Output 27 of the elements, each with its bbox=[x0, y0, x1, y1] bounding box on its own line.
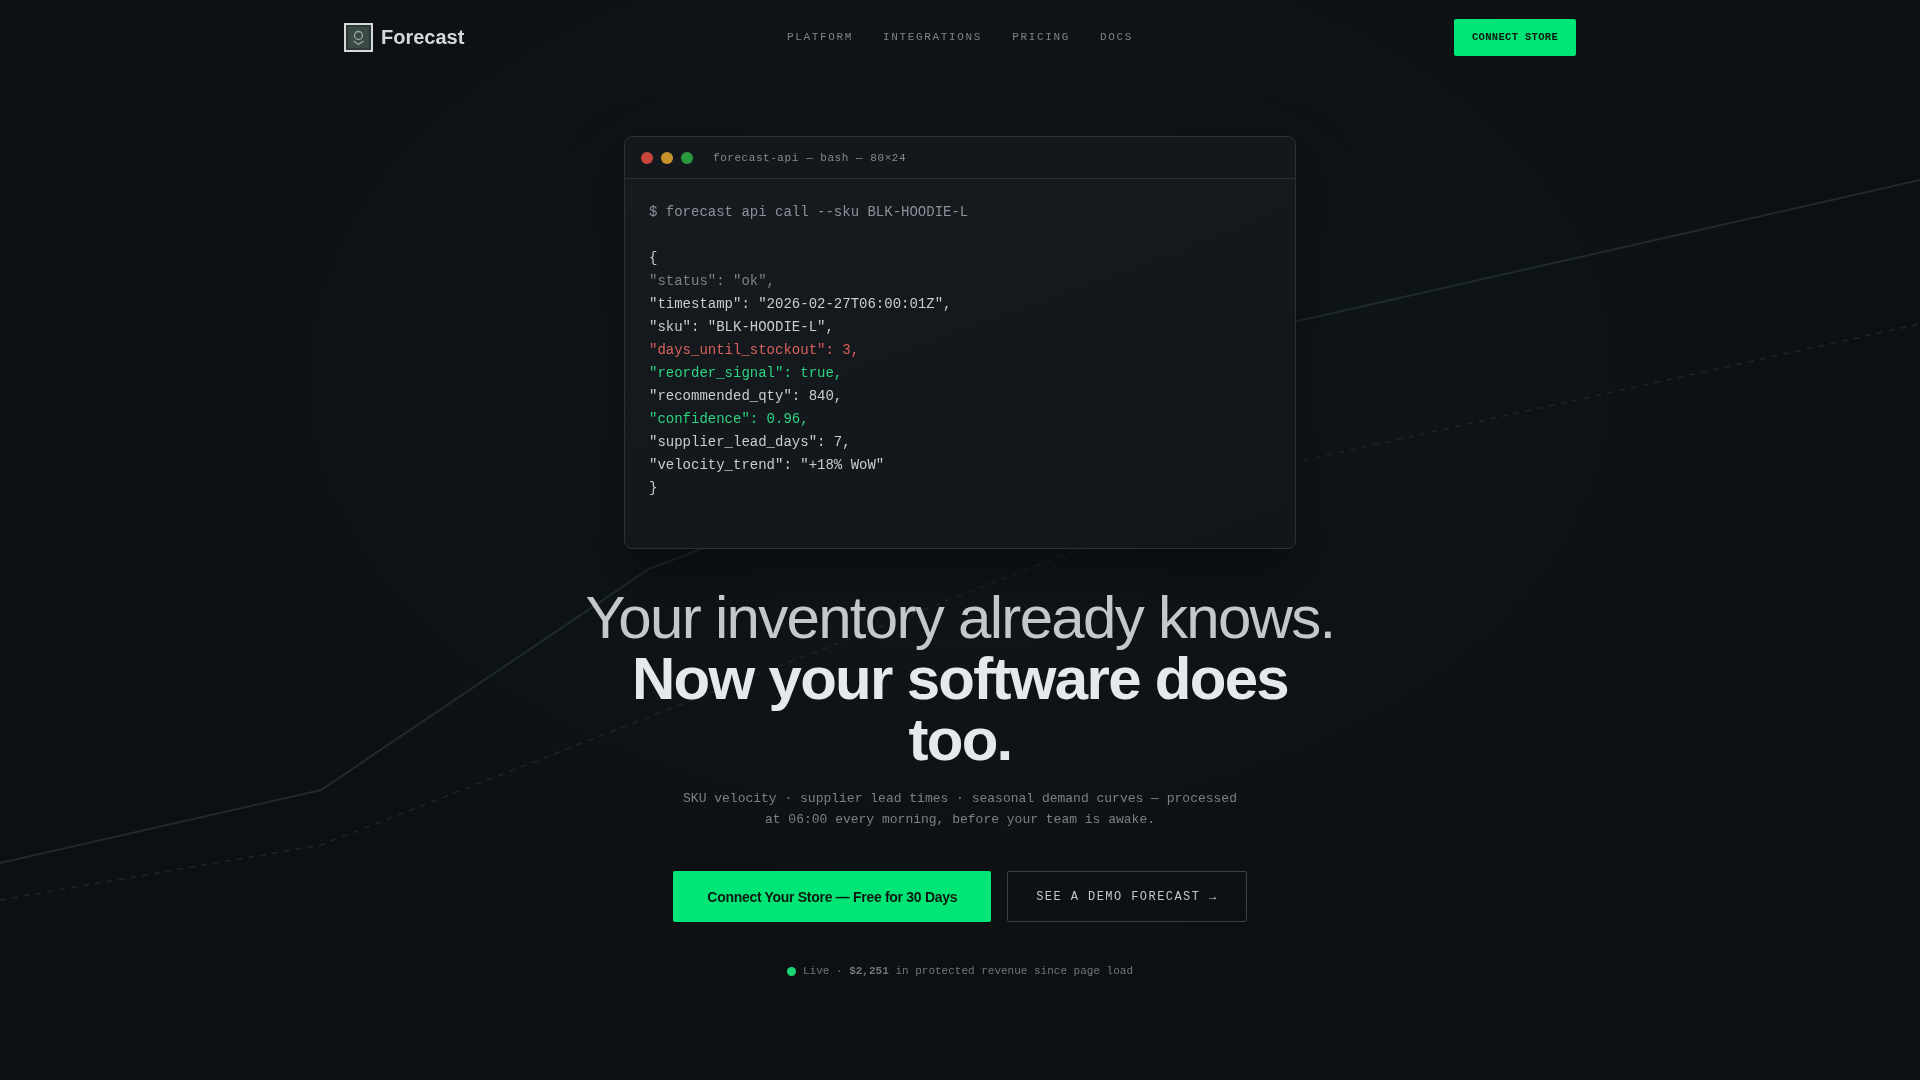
code-line: { bbox=[649, 249, 659, 268]
live-status-text: Live · $2,251 in protected revenue since page load bbox=[802, 964, 1134, 979]
nav-link[interactable]: PLATFORM bbox=[787, 31, 854, 43]
code-line: } bbox=[649, 479, 659, 498]
connect-store-button[interactable]: Connect Your Store — Free for 30 Days bbox=[673, 871, 992, 922]
code-line: "supplier_lead_days": 7, bbox=[649, 433, 852, 452]
nav-link[interactable]: DOCS bbox=[1099, 31, 1133, 43]
code-line: "sku": "BLK-HOODIE-L", bbox=[649, 318, 835, 337]
hero-subtitle: SKU velocity · supplier lead times · seasonal demand curves — processed at 06:00 every morning, before your team is awake. bbox=[682, 790, 1238, 829]
status-dot-icon bbox=[786, 966, 796, 976]
demo-forecast-button[interactable]: SEE A DEMO FORECAST → bbox=[1007, 871, 1247, 922]
terminal-command: $ forecast api call --sku BLK-HOODIE-L bbox=[649, 203, 970, 222]
code-line: "days_until_stockout": 3, bbox=[649, 341, 861, 360]
window-dots-icon bbox=[641, 151, 693, 164]
code-line: "confidence": 0.96, bbox=[649, 410, 810, 429]
headline: Your inventory already knows. bbox=[585, 587, 1335, 648]
code-line: "timestamp": "2026-02-27T06:00:01Z", bbox=[649, 295, 953, 314]
code-line: "recommended_qty": 840, bbox=[649, 387, 844, 406]
code-line: "reorder_signal": true, bbox=[649, 364, 844, 383]
code-line: "status": "ok", bbox=[649, 272, 777, 291]
code-line: "velocity_trend": "+18% WoW" bbox=[649, 456, 886, 475]
nav-link[interactable]: INTEGRATIONS bbox=[883, 31, 983, 43]
logo-icon bbox=[344, 22, 373, 52]
nav-link[interactable]: PRICING bbox=[1012, 31, 1070, 43]
terminal-title: forecast-api — bash — 80×24 bbox=[713, 151, 907, 164]
connect-store-button[interactable]: CONNECT STORE bbox=[1454, 18, 1576, 56]
brand-name: Forecast bbox=[381, 25, 465, 49]
